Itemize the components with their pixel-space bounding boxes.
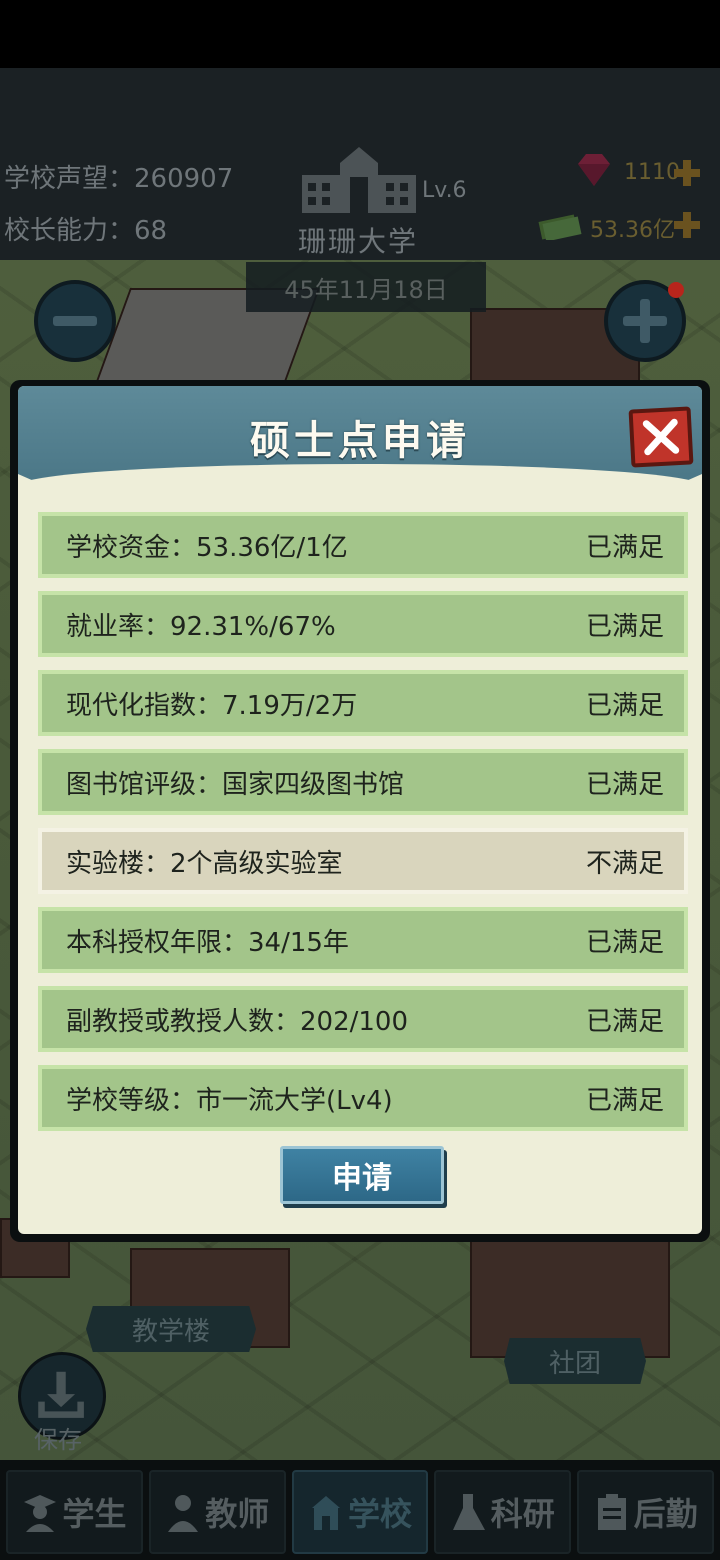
- tab-label: 学校: [347, 1495, 412, 1533]
- school-level: Lv.6: [422, 178, 467, 203]
- requirement-row-undergrad-years: 本科授权年限：34/15年 已满足: [38, 907, 688, 973]
- requirement-row-funds: 学校资金：53.36亿/1亿 已满足: [38, 512, 688, 578]
- student-icon: [24, 1495, 57, 1532]
- zoom-out-button[interactable]: [34, 280, 116, 362]
- requirement-status: 已满足: [585, 532, 664, 563]
- requirement-status: 已满足: [585, 1085, 664, 1116]
- requirement-status: 已满足: [585, 927, 664, 958]
- status-bar: [0, 0, 720, 68]
- money-icon: [538, 214, 582, 240]
- apply-button[interactable]: 申请: [280, 1146, 444, 1204]
- notification-dot: [668, 282, 684, 298]
- money-count: 53.36亿: [590, 218, 675, 243]
- teaching-building-label[interactable]: 教学楼: [86, 1306, 256, 1352]
- clipboard-icon: [597, 1494, 626, 1530]
- teacher-icon: [168, 1495, 199, 1532]
- requirement-row-employment: 就业率：92.31%/67% 已满足: [38, 591, 688, 657]
- requirement-text: 现代化指数：7.19万/2万: [66, 690, 358, 721]
- close-icon: [642, 418, 680, 456]
- tab-label: 科研: [490, 1495, 555, 1533]
- requirement-text: 副教授或教授人数：202/100: [66, 1006, 409, 1037]
- requirement-row-lab: 实验楼：2个高级实验室 不满足: [38, 828, 688, 894]
- school-name: 珊珊大学: [298, 225, 419, 258]
- tab-research[interactable]: 科研: [434, 1470, 572, 1554]
- requirement-row-library: 图书馆评级：国家四级图书馆 已满足: [38, 749, 688, 815]
- tab-students[interactable]: 学生: [6, 1470, 143, 1554]
- dialog-title: 硕士点申请: [250, 418, 470, 464]
- requirement-text: 图书馆评级：国家四级图书馆: [66, 769, 405, 800]
- school-building-icon: [302, 147, 416, 213]
- tab-teachers[interactable]: 教师: [148, 1470, 286, 1554]
- ability-text: 校长能力：68: [4, 216, 168, 246]
- game-date: 45年11月18日: [246, 262, 486, 312]
- school-icon: [311, 1496, 340, 1530]
- save-label: 保存: [34, 1426, 82, 1454]
- tab-label: 学生: [62, 1495, 127, 1533]
- requirement-text: 学校资金：53.36亿/1亿: [66, 532, 348, 563]
- tab-label: 教师: [205, 1495, 270, 1533]
- flask-icon: [452, 1494, 485, 1530]
- requirement-text: 就业率：92.31%/67%: [66, 611, 336, 642]
- requirement-row-school-level: 学校等级：市一流大学(Lv4) 已满足: [38, 1065, 688, 1131]
- close-button[interactable]: [628, 406, 694, 468]
- requirement-status: 已满足: [585, 1006, 664, 1037]
- requirement-status: 不满足: [585, 848, 664, 879]
- club-label[interactable]: 社团: [504, 1338, 646, 1384]
- gem-icon: [578, 154, 610, 186]
- minus-icon: [53, 316, 97, 326]
- requirement-status: 已满足: [585, 769, 664, 800]
- tab-label: 后勤: [633, 1495, 698, 1533]
- requirement-status: 已满足: [585, 611, 664, 642]
- requirement-text: 学校等级：市一流大学(Lv4): [66, 1085, 393, 1116]
- requirement-text: 实验楼：2个高级实验室: [66, 848, 343, 879]
- tab-logistics[interactable]: 后勤: [577, 1470, 714, 1554]
- bottom-nav: 学生 教师 学校 科研 后勤: [0, 1460, 720, 1560]
- requirement-row-professors: 副教授或教授人数：202/100 已满足: [38, 986, 688, 1052]
- add-gems-button[interactable]: [672, 158, 702, 188]
- requirement-text: 本科授权年限：34/15年: [66, 927, 349, 958]
- tab-school[interactable]: 学校: [291, 1470, 429, 1554]
- requirement-status: 已满足: [585, 690, 664, 721]
- masters-application-dialog: 硕士点申请 学校资金：53.36亿/1亿 已满足 就业率：92.31%/67% …: [10, 380, 710, 1242]
- requirement-row-modernization: 现代化指数：7.19万/2万 已满足: [38, 670, 688, 736]
- add-money-button[interactable]: [672, 210, 702, 240]
- reputation-text: 学校声望：260907: [4, 164, 234, 194]
